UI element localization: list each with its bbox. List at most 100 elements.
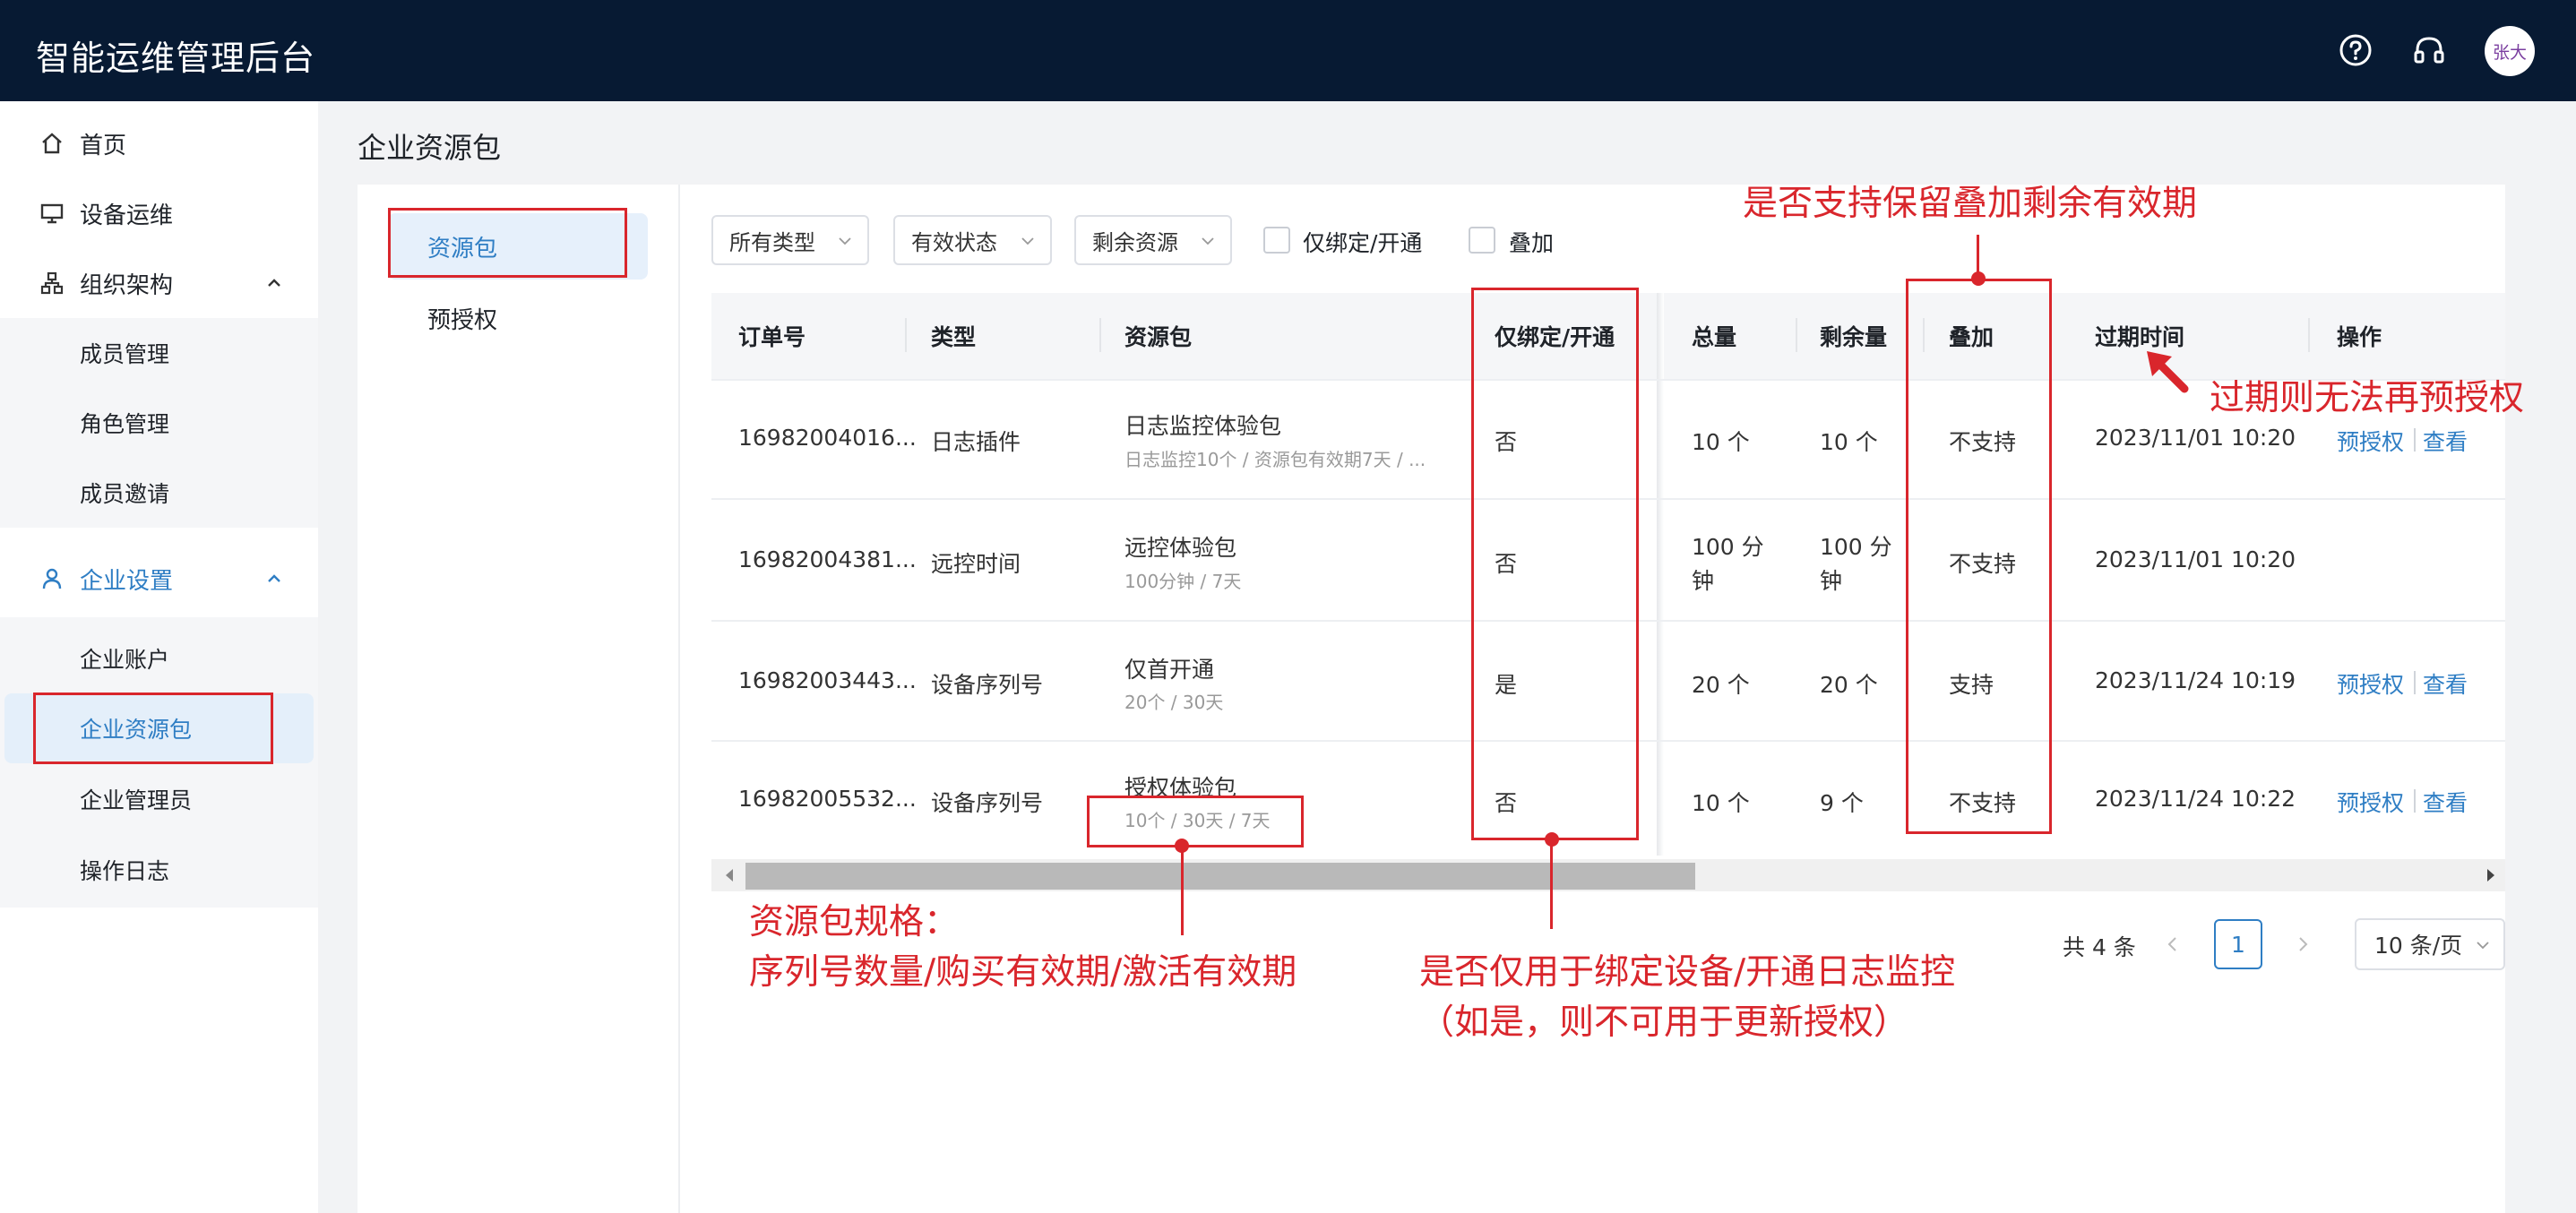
sidebar-item-org[interactable]: 组织架构 [0, 248, 318, 318]
highlight-box-resource-tab [388, 208, 627, 278]
remaining-cell: 10 个 [1820, 429, 1878, 455]
sidebar-item-label: 设备运维 [80, 202, 174, 229]
bind-only-checkbox[interactable] [1263, 227, 1290, 254]
panel-divider [678, 185, 680, 1213]
prev-page-icon[interactable] [2163, 934, 2183, 954]
stack-label: 叠加 [1509, 230, 1555, 256]
annotation-bind-note: 是否仅用于绑定设备/开通日志监控 [1419, 952, 1956, 993]
remaining-cell-wrap: 钟 [1820, 568, 1843, 594]
package-spec: 100分钟 / 7天 [1124, 571, 1242, 592]
order-number: 16982005532... [738, 786, 917, 812]
help-circle-icon[interactable] [2338, 32, 2374, 68]
pre-authorize-link[interactable]: 预授权 [2337, 425, 2404, 457]
total-cell: 20 个 [1692, 672, 1750, 698]
user-icon [42, 568, 62, 589]
sidebar-item-enterprise-account[interactable]: 企业账户 [0, 624, 318, 693]
headset-icon[interactable] [2411, 32, 2447, 68]
order-number: 16982004016... [738, 425, 917, 451]
highlight-box-stack-column [1906, 279, 2052, 834]
remaining-filter-select[interactable]: 剩余资源 [1074, 215, 1232, 265]
status-filter-select[interactable]: 有效状态 [893, 215, 1052, 265]
highlight-box-sidebar-item [33, 693, 273, 764]
remaining-cell: 9 个 [1820, 790, 1864, 816]
page-number-1[interactable]: 1 [2214, 919, 2262, 969]
column-header: 资源包 [1124, 324, 1193, 350]
expire-cell: 2023/11/24 10:22 [2095, 786, 2296, 812]
pre-authorize-link[interactable]: 预授权 [2337, 667, 2404, 700]
order-number: 16982004381... [738, 546, 917, 572]
annotation-line [1181, 846, 1184, 935]
top-bar: 智能运维管理后台 张大 [0, 0, 2576, 101]
column-header: 订单号 [738, 324, 806, 350]
sidebar-item-operation-log[interactable]: 操作日志 [0, 835, 318, 905]
column-header: 操作 [2337, 324, 2382, 350]
expire-cell: 2023/11/24 10:19 [2095, 667, 2296, 693]
chevron-down-icon [1021, 237, 1034, 245]
sidebar-item-enterprise-admins[interactable]: 企业管理员 [0, 764, 318, 834]
total-cell-wrap: 钟 [1692, 568, 1715, 594]
package-name: 仅首开通 [1124, 657, 1215, 683]
action-separator [2414, 789, 2416, 813]
package-spec: 日志监控10个 / 资源包有效期7天 / ... [1124, 449, 1426, 470]
type-cell: 远控时间 [931, 551, 1021, 577]
sidebar-item-invites[interactable]: 成员邀请 [0, 458, 318, 528]
page-size-select[interactable]: 10 条/页 [2355, 918, 2505, 970]
app-title: 智能运维管理后台 [36, 39, 316, 78]
annotation-expire-note: 过期则无法再预授权 [2210, 378, 2525, 418]
sidebar-item-label: 企业设置 [80, 567, 174, 595]
scrollbar-thumb[interactable] [745, 863, 1695, 890]
annotation-line [1977, 235, 1979, 275]
chevron-up-icon [268, 279, 280, 287]
avatar[interactable]: 张大 [2485, 26, 2535, 76]
highlight-box-package-spec [1087, 796, 1304, 847]
annotation-spec-detail: 序列号数量/购买有效期/激活有效期 [749, 952, 1297, 993]
annotation-arrow-icon [2147, 351, 2189, 393]
expire-cell: 2023/11/01 10:20 [2095, 425, 2296, 451]
monitor-icon [40, 203, 64, 224]
chevron-up-icon [268, 574, 280, 582]
sidebar-item-label: 首页 [80, 132, 127, 159]
sidebar: 首页 设备运维 组织架构 成员管理 角色管理 成员邀请 企业设置 企业账户 企业… [0, 101, 318, 1213]
total-cell: 10 个 [1692, 790, 1750, 816]
chevron-down-icon [839, 237, 851, 245]
sidebar-item-device-ops[interactable]: 设备运维 [0, 178, 318, 248]
bind-only-label: 仅绑定/开通 [1303, 230, 1423, 256]
annotation-line [1550, 839, 1553, 929]
sidebar-item-enterprise-settings[interactable]: 企业设置 [0, 544, 318, 614]
sidebar-item-roles[interactable]: 角色管理 [0, 388, 318, 458]
view-link[interactable]: 查看 [2423, 425, 2468, 457]
org-chart-icon [40, 271, 64, 295]
scroll-left-icon[interactable] [720, 865, 738, 885]
column-separator [1796, 318, 1797, 352]
column-separator [1099, 318, 1101, 352]
next-page-icon[interactable] [2293, 934, 2313, 954]
stack-checkbox[interactable] [1469, 227, 1495, 254]
page-title: 企业资源包 [358, 131, 502, 165]
highlight-box-bind-only-column [1471, 288, 1639, 840]
action-separator [2414, 671, 2416, 694]
total-cell: 10 个 [1692, 429, 1750, 455]
sidebar-item-home[interactable]: 首页 [0, 108, 318, 178]
tab-pre-authorization[interactable]: 预授权 [388, 285, 648, 351]
scroll-right-icon[interactable] [2482, 865, 2500, 885]
org-submenu: 成员管理 角色管理 成员邀请 [0, 318, 318, 528]
column-header: 总量 [1692, 324, 1737, 350]
package-spec: 20个 / 30天 [1124, 692, 1224, 713]
view-link[interactable]: 查看 [2423, 786, 2468, 818]
column-header: 剩余量 [1820, 324, 1888, 350]
pre-authorize-link[interactable]: 预授权 [2337, 786, 2404, 818]
annotation-spec-title: 资源包规格： [749, 902, 960, 942]
expire-cell: 2023/11/01 10:20 [2095, 546, 2296, 572]
chevron-down-icon [1202, 237, 1214, 245]
type-cell: 设备序列号 [931, 790, 1044, 816]
type-filter-select[interactable]: 所有类型 [711, 215, 869, 265]
column-header: 类型 [931, 324, 977, 350]
view-link[interactable]: 查看 [2423, 667, 2468, 700]
remaining-cell: 100 分 [1820, 534, 1892, 560]
sidebar-item-label: 组织架构 [80, 271, 174, 299]
sidebar-item-members[interactable]: 成员管理 [0, 318, 318, 388]
remaining-cell: 20 个 [1820, 672, 1878, 698]
package-name: 远控体验包 [1124, 535, 1237, 561]
home-icon [42, 133, 62, 154]
column-separator [2308, 318, 2310, 352]
